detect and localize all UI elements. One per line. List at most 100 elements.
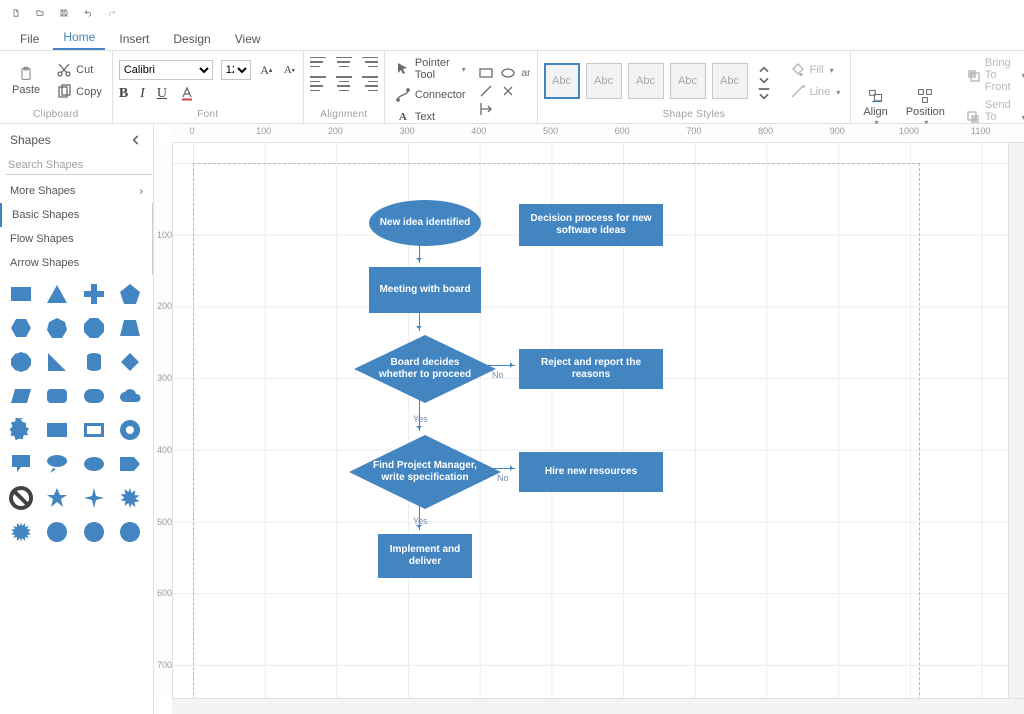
flow-node-n2[interactable]: Meeting with board: [369, 267, 481, 313]
shape-rect[interactable]: [8, 281, 34, 307]
tab-home[interactable]: Home: [53, 26, 105, 50]
shape-triangle[interactable]: [44, 281, 70, 307]
style-swatch-2[interactable]: Abc: [586, 63, 622, 99]
flow-node-n5[interactable]: Find Project Manager, write specificatio…: [349, 435, 501, 509]
copy-button[interactable]: Copy: [52, 82, 106, 102]
connector[interactable]: [419, 305, 420, 331]
flow-node-n1[interactable]: New idea identified: [369, 200, 481, 246]
group-arrange: Align▾ Position▾ Bring To Front▾ Send To…: [851, 51, 1024, 123]
align-bottom-button[interactable]: [362, 55, 378, 69]
horizontal-scrollbar[interactable]: [172, 698, 1024, 714]
workspace: Shapes ▾ More Shapes › Basic Shapes Flow…: [0, 124, 1024, 714]
flow-node-n7[interactable]: Implement and deliver: [378, 534, 472, 578]
connector[interactable]: [419, 395, 420, 431]
shrink-font-icon[interactable]: A▾: [282, 62, 297, 78]
shape-star5[interactable]: [44, 485, 70, 511]
flow-node-n6[interactable]: Hire new resources: [519, 452, 663, 492]
style-more-icon[interactable]: [756, 87, 772, 99]
shape-roundrect[interactable]: [44, 383, 70, 409]
qat-new[interactable]: [6, 3, 26, 23]
shape-pentagon[interactable]: [117, 281, 143, 307]
shape-cloud[interactable]: [117, 383, 143, 409]
shape-star8[interactable]: [117, 485, 143, 511]
align-center-button[interactable]: [336, 75, 352, 93]
shape-burst[interactable]: [8, 417, 34, 443]
shape-star32[interactable]: [117, 519, 143, 545]
shape-oval[interactable]: [81, 451, 107, 477]
qat-open[interactable]: [30, 3, 50, 23]
shape-parallelogram[interactable]: [8, 383, 34, 409]
font-color-button[interactable]: [179, 86, 195, 102]
qat-undo[interactable]: [78, 3, 98, 23]
align-top-button[interactable]: [310, 55, 326, 69]
group-label-alignment: Alignment: [310, 107, 378, 123]
shape-star-burst[interactable]: [8, 519, 34, 545]
italic-button[interactable]: I: [140, 86, 145, 102]
tab-view[interactable]: View: [225, 28, 271, 50]
tab-insert[interactable]: Insert: [109, 28, 159, 50]
shape-hexagon[interactable]: [8, 315, 34, 341]
bold-button[interactable]: B: [119, 86, 128, 102]
flow-node-n8[interactable]: Decision process for new software ideas: [519, 204, 663, 246]
shape-oval-callout[interactable]: [44, 451, 70, 477]
category-basic-shapes[interactable]: Basic Shapes: [0, 203, 153, 227]
shape-diamond[interactable]: [117, 349, 143, 375]
style-swatch-3[interactable]: Abc: [628, 63, 664, 99]
category-arrow-shapes[interactable]: Arrow Shapes: [0, 251, 153, 275]
paste-button[interactable]: Paste: [6, 55, 46, 107]
delete-tool-icon[interactable]: [500, 83, 516, 99]
shape-octagon[interactable]: [81, 315, 107, 341]
shape-cylinder[interactable]: [81, 349, 107, 375]
shape-heptagon[interactable]: [44, 315, 70, 341]
connector-tool-button[interactable]: Connector: [391, 85, 470, 105]
freeform-tool-icon[interactable]: [478, 101, 494, 117]
font-size-combo[interactable]: 12: [221, 60, 251, 80]
line-button[interactable]: Line▾: [786, 82, 845, 102]
shape-decagon[interactable]: [8, 349, 34, 375]
shape-trapezoid[interactable]: [117, 315, 143, 341]
shape-donut[interactable]: [117, 417, 143, 443]
shape-roundrect2[interactable]: [81, 383, 107, 409]
grow-font-icon[interactable]: A▴: [259, 62, 274, 78]
shape-rtriangle[interactable]: [44, 349, 70, 375]
style-swatch-5[interactable]: Abc: [712, 63, 748, 99]
style-swatch-1[interactable]: Abc: [544, 63, 580, 99]
shape-rect2[interactable]: [44, 417, 70, 443]
line-tool-icon[interactable]: [478, 83, 494, 99]
fill-button[interactable]: Fill▾: [786, 60, 845, 80]
align-middle-button[interactable]: [336, 55, 352, 69]
qat-redo[interactable]: [102, 3, 122, 23]
shape-frame[interactable]: [81, 417, 107, 443]
connector[interactable]: [419, 238, 420, 263]
font-family-combo[interactable]: Calibri: [119, 60, 213, 80]
flow-node-n4[interactable]: Reject and report the reasons: [519, 349, 663, 389]
bring-to-front-button[interactable]: Bring To Front▾: [961, 55, 1024, 95]
vertical-scrollbar[interactable]: [1008, 143, 1024, 698]
underline-button[interactable]: U: [157, 86, 167, 102]
ellipse-tool-icon[interactable]: [500, 65, 516, 81]
shape-plus[interactable]: [81, 281, 107, 307]
tab-design[interactable]: Design: [163, 28, 220, 50]
shape-star16[interactable]: [44, 519, 70, 545]
shape-arrow-pentagon[interactable]: [117, 451, 143, 477]
panel-collapse-icon[interactable]: [127, 132, 143, 148]
shape-callout[interactable]: [8, 451, 34, 477]
rectangle-tool-icon[interactable]: [478, 65, 494, 81]
shape-no[interactable]: [8, 485, 34, 511]
align-icon: [868, 88, 884, 104]
more-shapes-button[interactable]: More Shapes ›: [0, 179, 153, 203]
diagram-viewport[interactable]: New idea identified Meeting with board Boa…: [173, 143, 1008, 698]
shape-star24[interactable]: [81, 519, 107, 545]
category-flow-shapes[interactable]: Flow Shapes: [0, 227, 153, 251]
cut-button[interactable]: Cut: [52, 60, 106, 80]
shape-star4[interactable]: [81, 485, 107, 511]
align-left-button[interactable]: [310, 75, 326, 93]
pointer-tool-button[interactable]: Pointer Tool▾: [391, 55, 470, 83]
style-swatch-4[interactable]: Abc: [670, 63, 706, 99]
align-right-button[interactable]: [362, 75, 378, 93]
arc-tool-icon[interactable]: ar: [522, 68, 531, 79]
search-shapes-input[interactable]: [6, 156, 152, 175]
tab-file[interactable]: File: [10, 28, 49, 50]
flow-node-n3[interactable]: Board decides whether to proceed: [354, 335, 496, 403]
qat-save[interactable]: [54, 3, 74, 23]
